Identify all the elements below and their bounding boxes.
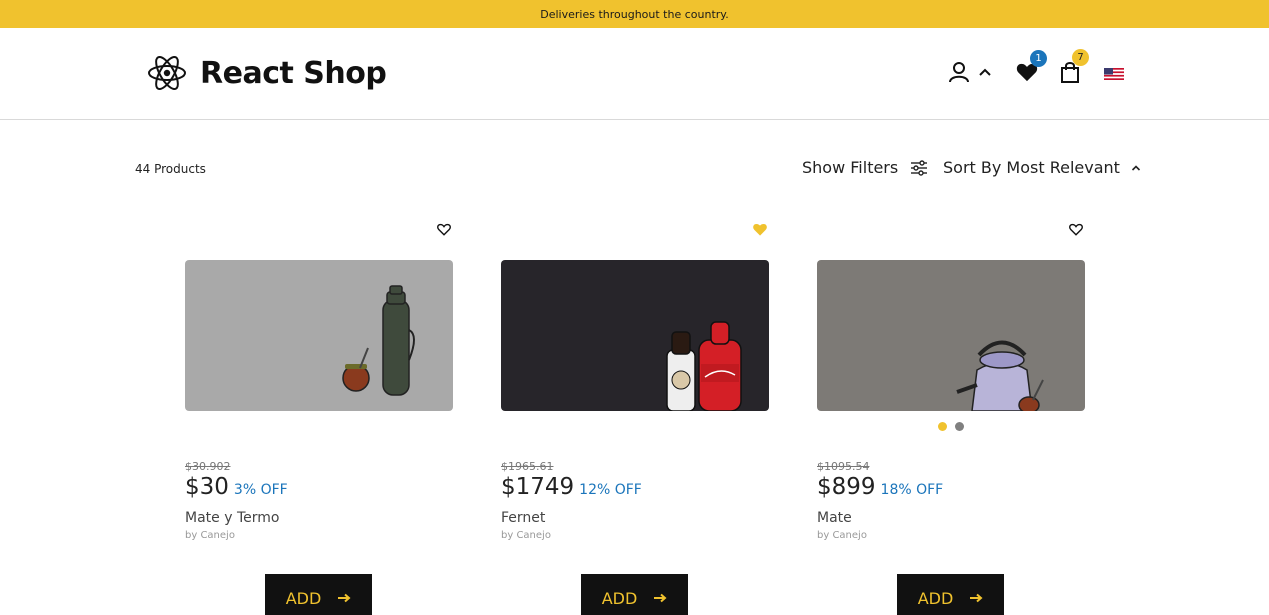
product-image[interactable] bbox=[185, 260, 453, 411]
product-brand: by Canejo bbox=[501, 530, 551, 541]
sort-dropdown[interactable]: Sort By Most Relevant bbox=[943, 158, 1141, 177]
arrow-right-icon bbox=[338, 593, 351, 603]
original-price: $1965.61 bbox=[501, 460, 554, 473]
kettle-and-mate-illustration bbox=[817, 260, 1085, 411]
carousel-dot[interactable] bbox=[955, 422, 964, 431]
filters-label: Show Filters bbox=[802, 158, 899, 177]
product-brand: by Canejo bbox=[817, 530, 867, 541]
heart-outline-icon bbox=[437, 223, 451, 236]
wishlist-count-badge: 1 bbox=[1030, 50, 1047, 67]
user-icon bbox=[949, 62, 969, 83]
heart-filled-icon bbox=[753, 223, 767, 236]
product-image[interactable] bbox=[817, 260, 1085, 411]
heart-outline-icon bbox=[1069, 223, 1083, 236]
add-to-cart-button[interactable]: ADD bbox=[265, 574, 372, 615]
arrow-right-icon bbox=[654, 593, 667, 603]
product-name[interactable]: Mate y Termo bbox=[185, 510, 279, 526]
sort-label: Sort By Most Relevant bbox=[943, 158, 1120, 177]
price-row: $30 3% OFF bbox=[185, 474, 288, 500]
cart-count-badge: 7 bbox=[1072, 49, 1089, 66]
us-flag-icon bbox=[1104, 68, 1124, 80]
discount-label: 12% OFF bbox=[579, 482, 642, 498]
chevron-up-icon bbox=[1131, 164, 1140, 171]
product-image[interactable] bbox=[501, 260, 769, 411]
product-card[interactable]: $30.902 $30 3% OFF Mate y Termo by Canej… bbox=[185, 216, 453, 615]
original-price: $1095.54 bbox=[817, 460, 870, 473]
product-name[interactable]: Mate bbox=[817, 510, 852, 526]
chevron-up-icon bbox=[979, 68, 991, 76]
arrow-right-icon bbox=[970, 593, 983, 603]
original-price: $30.902 bbox=[185, 460, 231, 473]
mate-and-thermos-illustration bbox=[185, 260, 453, 411]
site-header: React Shop 1 7 bbox=[0, 28, 1269, 120]
product-brand: by Canejo bbox=[185, 530, 235, 541]
product-count: 44 Products bbox=[135, 162, 206, 176]
show-filters-button[interactable]: Show Filters bbox=[802, 158, 928, 177]
discount-label: 3% OFF bbox=[233, 482, 288, 498]
fernet-and-cola-illustration bbox=[501, 260, 769, 411]
current-price: $1749 bbox=[501, 474, 575, 500]
sliders-icon bbox=[911, 159, 928, 176]
current-price: $30 bbox=[185, 474, 229, 500]
announcement-banner: Deliveries throughout the country. bbox=[0, 0, 1269, 28]
current-price: $899 bbox=[817, 474, 876, 500]
favorite-button[interactable] bbox=[437, 221, 453, 237]
add-to-cart-button[interactable]: ADD bbox=[581, 574, 688, 615]
banner-text: Deliveries throughout the country. bbox=[540, 7, 729, 21]
image-carousel-dots bbox=[938, 422, 964, 431]
carousel-dot-active[interactable] bbox=[938, 422, 947, 431]
listing-toolbar: 44 Products Show Filters Sort By Most Re… bbox=[0, 150, 1269, 186]
favorite-button[interactable] bbox=[753, 221, 769, 237]
language-selector[interactable] bbox=[1104, 68, 1124, 80]
product-name[interactable]: Fernet bbox=[501, 510, 545, 526]
product-card[interactable]: $1095.54 $899 18% OFF Mate by Canejo ADD bbox=[817, 216, 1085, 615]
product-card[interactable]: $1965.61 $1749 12% OFF Fernet by Canejo … bbox=[501, 216, 769, 615]
add-to-cart-button[interactable]: ADD bbox=[897, 574, 1004, 615]
price-row: $899 18% OFF bbox=[817, 474, 943, 500]
price-row: $1749 12% OFF bbox=[501, 474, 642, 500]
react-logo-icon bbox=[148, 56, 186, 90]
account-menu-button[interactable] bbox=[946, 60, 994, 84]
home-logo-link[interactable]: React Shop bbox=[147, 53, 387, 93]
site-title: React Shop bbox=[200, 55, 387, 91]
favorite-button[interactable] bbox=[1069, 221, 1085, 237]
discount-label: 18% OFF bbox=[880, 482, 944, 498]
